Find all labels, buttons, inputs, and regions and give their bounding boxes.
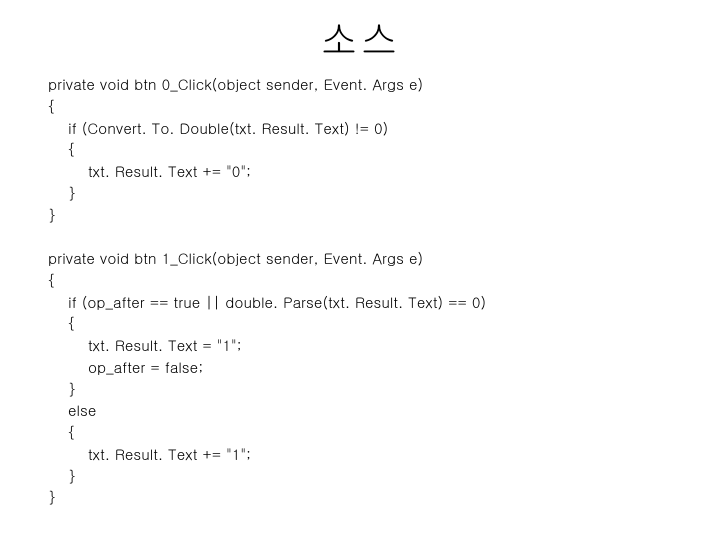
slide-container: 소스 private void btn 0_Click(object sende…: [0, 0, 720, 540]
slide-title: 소스: [0, 0, 720, 74]
code-content: private void btn 0_Click(object sender, …: [0, 74, 720, 509]
